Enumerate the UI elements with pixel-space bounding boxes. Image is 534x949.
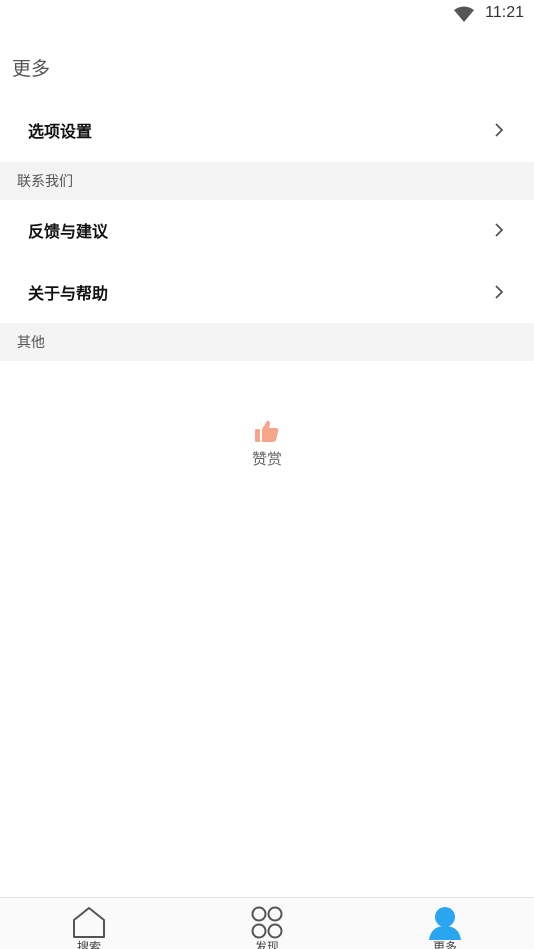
nav-label-discover: 发现 <box>254 940 279 949</box>
section-title-other: 其他 <box>17 335 45 351</box>
wifi-icon <box>454 6 474 22</box>
feedback-row[interactable]: 反馈与建议 <box>0 200 534 260</box>
section-header-contact: 联系我们 <box>0 162 534 200</box>
nav-item-more[interactable]: 更多 <box>356 898 534 949</box>
about-help-label: 关于与帮助 <box>28 284 109 303</box>
feedback-label: 反馈与建议 <box>28 222 109 241</box>
section-header-other: 其他 <box>0 323 534 361</box>
settings-row[interactable]: 选项设置 <box>0 100 534 160</box>
thumbs-up-icon <box>255 420 279 442</box>
settings-label: 选项设置 <box>28 122 93 141</box>
home-icon <box>73 907 105 938</box>
nav-item-discover[interactable]: 发现 <box>178 898 356 949</box>
nav-label-search: 搜索 <box>76 940 101 949</box>
reward-button[interactable]: 赞赏 <box>0 418 534 469</box>
status-bar: 11:21 <box>0 0 534 28</box>
chevron-right-icon <box>495 285 504 299</box>
four-circles-icon <box>251 906 283 939</box>
nav-label-more: 更多 <box>432 940 457 949</box>
user-icon <box>429 907 461 940</box>
chevron-right-icon <box>495 123 504 137</box>
section-title-contact: 联系我们 <box>17 174 73 190</box>
nav-item-search[interactable]: 搜索 <box>0 898 178 949</box>
bottom-nav: 搜索 发现 更多 <box>0 897 534 949</box>
page-title: 更多 <box>12 58 51 80</box>
reward-label: 赞赏 <box>251 450 282 468</box>
chevron-right-icon <box>495 223 504 237</box>
status-time: 11:21 <box>485 4 524 21</box>
about-help-row[interactable]: 关于与帮助 <box>0 262 534 322</box>
